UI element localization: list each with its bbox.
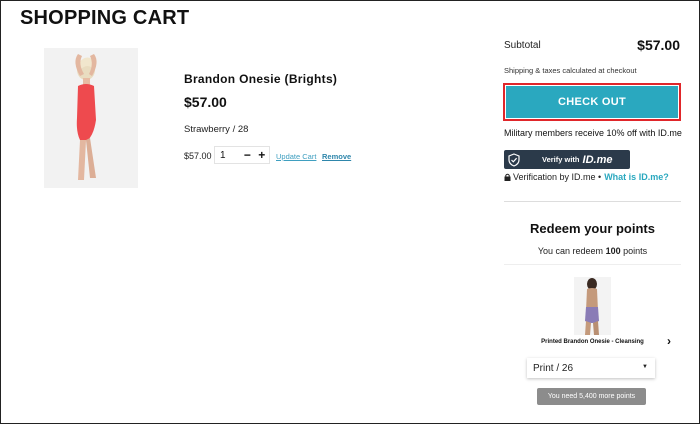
reward-product-image[interactable] — [574, 277, 611, 335]
chevron-right-icon[interactable]: › — [667, 334, 671, 348]
redeem-subtitle-suffix: points — [623, 246, 648, 256]
what-is-idme-link[interactable]: What is ID.me? — [604, 172, 669, 182]
checkout-highlight: CHECK OUT — [503, 83, 681, 121]
verify-idme-button[interactable]: Verify with ID.me — [504, 150, 630, 169]
redeem-title: Redeem your points — [530, 221, 655, 236]
product-variant: Strawberry / 28 — [184, 124, 249, 135]
redeem-subtitle: You can redeem 100 points — [504, 246, 681, 256]
increment-button[interactable]: + — [255, 148, 269, 162]
quantity-input[interactable]: 1 — [215, 150, 240, 161]
product-price: $57.00 — [184, 94, 227, 110]
verification-text: Verification by ID.me • — [513, 172, 602, 182]
remove-link[interactable]: Remove — [322, 152, 351, 161]
reward-product-name[interactable]: Printed Brandon Onesie - Cleansing — [504, 339, 681, 345]
reward-variant-value: Print / 26 — [533, 362, 574, 374]
points-needed-button: You need 5,400 more points — [537, 388, 646, 405]
subtotal-value: $57.00 — [637, 37, 680, 53]
redeem-subtitle-prefix: You can redeem — [537, 246, 604, 256]
military-discount-text: Military members receive 10% off with ID… — [504, 128, 682, 138]
shipping-note: Shipping & taxes calculated at checkout — [504, 66, 637, 75]
idme-logo-text: ID.me — [582, 153, 613, 166]
subtotal-label: Subtotal — [504, 40, 541, 51]
page-title: SHOPPING CART — [20, 7, 190, 29]
product-image[interactable] — [44, 48, 138, 188]
caret-down-icon: ▼ — [642, 364, 648, 370]
checkout-button[interactable]: CHECK OUT — [506, 86, 678, 118]
line-price: $57.00 — [184, 151, 212, 161]
divider — [504, 201, 681, 202]
product-name[interactable]: Brandon Onesie (Brights) — [184, 72, 337, 86]
verification-line: Verification by ID.me • What is ID.me? — [504, 172, 669, 182]
idme-button-label: Verify with — [542, 155, 580, 164]
decrement-button[interactable]: − — [240, 148, 254, 162]
quantity-stepper[interactable]: 1 − + — [214, 146, 270, 164]
shield-icon — [506, 150, 522, 169]
points-count: 100 — [605, 246, 621, 256]
reward-variant-select[interactable]: Print / 26 ▼ — [527, 358, 655, 378]
lock-icon — [504, 173, 511, 181]
update-cart-link[interactable]: Update Cart — [276, 152, 316, 161]
